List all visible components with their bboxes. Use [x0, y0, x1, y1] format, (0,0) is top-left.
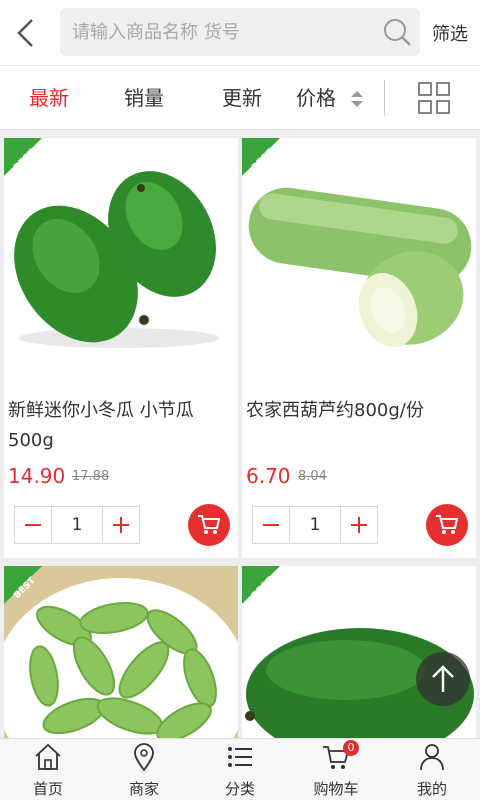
product-price: 14.90 — [8, 464, 66, 488]
cart-icon — [436, 515, 459, 534]
cart-icon — [198, 515, 221, 534]
product-card[interactable]: BEST — [4, 566, 238, 746]
product-name: 农家西葫芦约800g/份 — [246, 400, 424, 421]
product-card[interactable]: BEST 农家西葫芦约800g/份 6.70 8.04 1 — [242, 138, 476, 558]
tab-update[interactable]: 更新 — [206, 66, 278, 130]
sort-arrows-icon — [351, 91, 363, 107]
tab-newest[interactable]: 最新 — [14, 66, 84, 130]
arrow-up-icon — [432, 665, 454, 692]
product-price: 6.70 — [246, 464, 291, 488]
nav-label: 分类 — [224, 780, 255, 798]
product-name: 新鲜迷你小冬瓜 小节瓜500g — [8, 400, 194, 451]
back-button[interactable] — [0, 0, 50, 66]
bottom-navigation: 首页 商家 分类 0 购物车 我的 — [0, 738, 480, 800]
sort-tabs: 最新 销量 更新 价格 — [0, 66, 480, 130]
quantity-value[interactable]: 1 — [289, 507, 341, 543]
nav-label: 商家 — [128, 780, 159, 798]
decrease-button[interactable] — [15, 507, 51, 543]
tab-sales[interactable]: 销量 — [108, 66, 180, 130]
minus-icon — [25, 524, 41, 526]
increase-button[interactable] — [103, 507, 139, 543]
cart-count-badge: 0 — [343, 740, 359, 756]
user-icon — [420, 744, 444, 771]
quantity-stepper: 1 — [252, 506, 378, 544]
add-to-cart-button[interactable] — [188, 504, 230, 546]
home-icon — [35, 743, 61, 770]
product-old-price: 17.88 — [72, 469, 110, 484]
nav-label: 首页 — [32, 780, 63, 798]
best-badge: BEST — [242, 138, 280, 176]
product-old-price: 8.04 — [298, 469, 327, 484]
best-badge: BEST — [4, 566, 42, 604]
nav-categories[interactable]: 分类 — [192, 739, 288, 800]
nav-label: 购物车 — [313, 780, 359, 798]
back-arrow-icon — [17, 18, 33, 47]
list-icon — [228, 747, 252, 767]
quantity-stepper: 1 — [14, 506, 140, 544]
grid-view-icon[interactable] — [418, 82, 450, 114]
search-icon[interactable] — [382, 17, 412, 47]
best-badge: BEST — [242, 566, 280, 604]
decrease-button[interactable] — [253, 507, 289, 543]
tab-divider — [384, 80, 385, 116]
nav-merchants[interactable]: 商家 — [96, 739, 192, 800]
plus-icon — [351, 517, 367, 533]
minus-icon — [263, 524, 279, 526]
nav-profile[interactable]: 我的 — [384, 739, 480, 800]
search-box[interactable] — [60, 8, 420, 56]
add-to-cart-button[interactable] — [426, 504, 468, 546]
filter-button[interactable]: 筛选 — [432, 20, 468, 46]
nav-cart[interactable]: 0 购物车 — [288, 739, 384, 800]
back-to-top-button[interactable] — [416, 652, 470, 706]
product-card[interactable]: BEST 新鲜迷你小冬瓜 小节瓜500g 14.90 17.88 1 — [4, 138, 238, 558]
quantity-value[interactable]: 1 — [51, 507, 103, 543]
nav-home[interactable]: 首页 — [0, 739, 96, 800]
nav-label: 我的 — [416, 780, 447, 798]
best-badge: BEST — [4, 138, 42, 176]
increase-button[interactable] — [341, 507, 377, 543]
top-bar: 筛选 — [0, 0, 480, 66]
plus-icon — [113, 517, 129, 533]
location-pin-icon — [134, 743, 154, 771]
search-input[interactable] — [72, 21, 372, 43]
